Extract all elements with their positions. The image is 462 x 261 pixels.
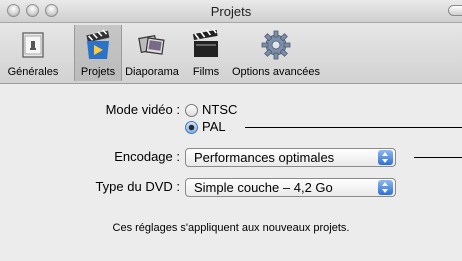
toolbar-toggle-button[interactable] — [448, 5, 462, 16]
window-title: Projets — [210, 4, 252, 19]
callout-line — [414, 157, 462, 158]
projects-pane: Mode vidéo : NTSC PAL Encodage : Perform… — [0, 84, 462, 261]
tab-label: Diaporama — [125, 66, 179, 78]
encoding-value: Performances optimales — [194, 150, 335, 165]
video-mode-label: Mode vidéo : — [105, 102, 180, 117]
encoding-label: Encodage : — [114, 149, 180, 164]
settings-note: Ces réglages s'appliquent aux nouveaux p… — [112, 222, 350, 234]
toolbar: Générales Projets Diaporama Films Option… — [0, 23, 462, 84]
dvd-type-label: Type du DVD : — [95, 179, 180, 194]
popup-arrows-icon — [378, 180, 393, 195]
title-bar: Projets — [0, 0, 462, 23]
slideshow-icon — [136, 29, 168, 61]
tab-films[interactable]: Films — [186, 25, 226, 81]
projects-icon — [82, 29, 114, 61]
radio-pal[interactable] — [185, 121, 198, 134]
dvd-type-popup[interactable]: Simple couche – 4,2 Go — [185, 178, 396, 197]
film-clapper-icon — [190, 27, 222, 61]
tab-options-avancees[interactable]: Options avancées — [228, 25, 324, 81]
tab-projets[interactable]: Projets — [74, 25, 122, 81]
advanced-gear-icon — [260, 29, 292, 61]
tab-label: Options avancées — [231, 66, 321, 78]
callout-line — [245, 127, 462, 128]
popup-arrows-icon — [378, 150, 393, 165]
radio-ntsc-label: NTSC — [202, 102, 238, 117]
general-prefs-icon — [17, 29, 49, 61]
tab-generales[interactable]: Générales — [0, 25, 66, 81]
tab-label: Générales — [7, 66, 59, 78]
preferences-window: Projets Générales Projets Diaporama Film… — [0, 0, 462, 261]
tab-label: Projets — [80, 66, 116, 78]
tab-label: Films — [192, 66, 220, 78]
tab-diaporama[interactable]: Diaporama — [121, 25, 183, 81]
dvd-type-value: Simple couche – 4,2 Go — [194, 180, 333, 195]
radio-pal-label: PAL — [202, 119, 226, 134]
encoding-popup[interactable]: Performances optimales — [185, 148, 396, 167]
radio-ntsc[interactable] — [185, 104, 198, 117]
